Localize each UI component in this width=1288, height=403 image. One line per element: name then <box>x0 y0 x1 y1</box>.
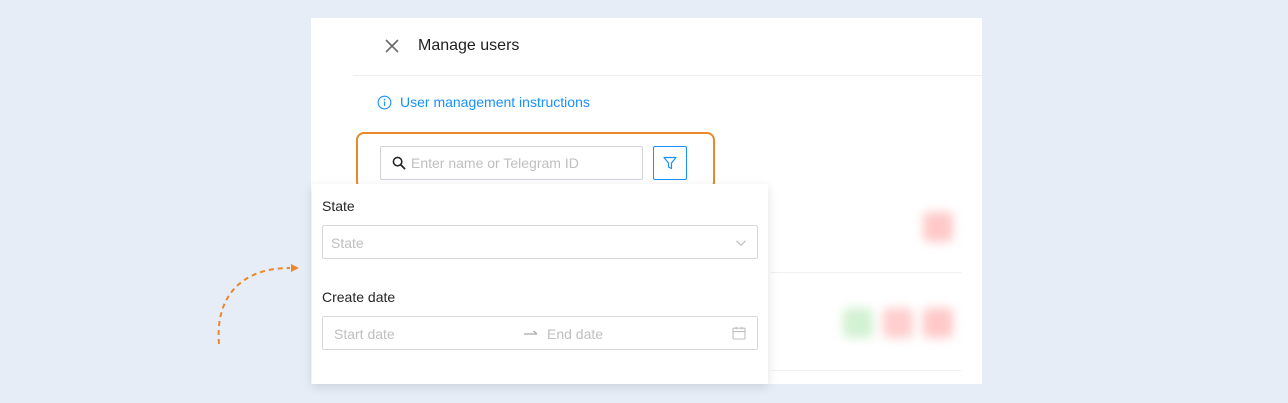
arrow-right-icon <box>524 330 538 335</box>
curved-arrow-icon <box>217 264 299 345</box>
panel-header: Manage users <box>353 18 982 76</box>
blurred-action-button <box>923 212 953 242</box>
state-select-placeholder: State <box>331 235 364 251</box>
state-select[interactable]: State <box>322 225 758 259</box>
filter-icon <box>663 156 677 170</box>
blurred-action-button <box>883 308 913 338</box>
table-row-divider <box>771 370 961 371</box>
instructions-link-label[interactable]: User management instructions <box>400 94 590 110</box>
start-date-input[interactable]: Start date <box>334 326 395 342</box>
search-field[interactable] <box>380 146 643 180</box>
state-label: State <box>322 198 355 214</box>
filter-button[interactable] <box>653 146 687 180</box>
table-row-divider <box>771 272 961 273</box>
blurred-action-button <box>843 308 873 338</box>
info-icon <box>377 95 392 109</box>
search-input[interactable] <box>411 147 636 179</box>
create-date-range-picker[interactable]: Start date End date <box>322 316 758 350</box>
blurred-action-button <box>923 308 953 338</box>
user-management-instructions-link[interactable]: User management instructions <box>377 94 590 110</box>
page-title: Manage users <box>418 37 520 54</box>
filter-dropdown: State State Create date Start date End d… <box>312 184 768 384</box>
search-icon <box>392 156 406 170</box>
end-date-input[interactable]: End date <box>547 326 603 342</box>
create-date-label: Create date <box>322 289 396 305</box>
chevron-down-icon <box>736 240 746 247</box>
close-icon[interactable] <box>383 37 401 55</box>
calendar-icon <box>732 326 746 340</box>
